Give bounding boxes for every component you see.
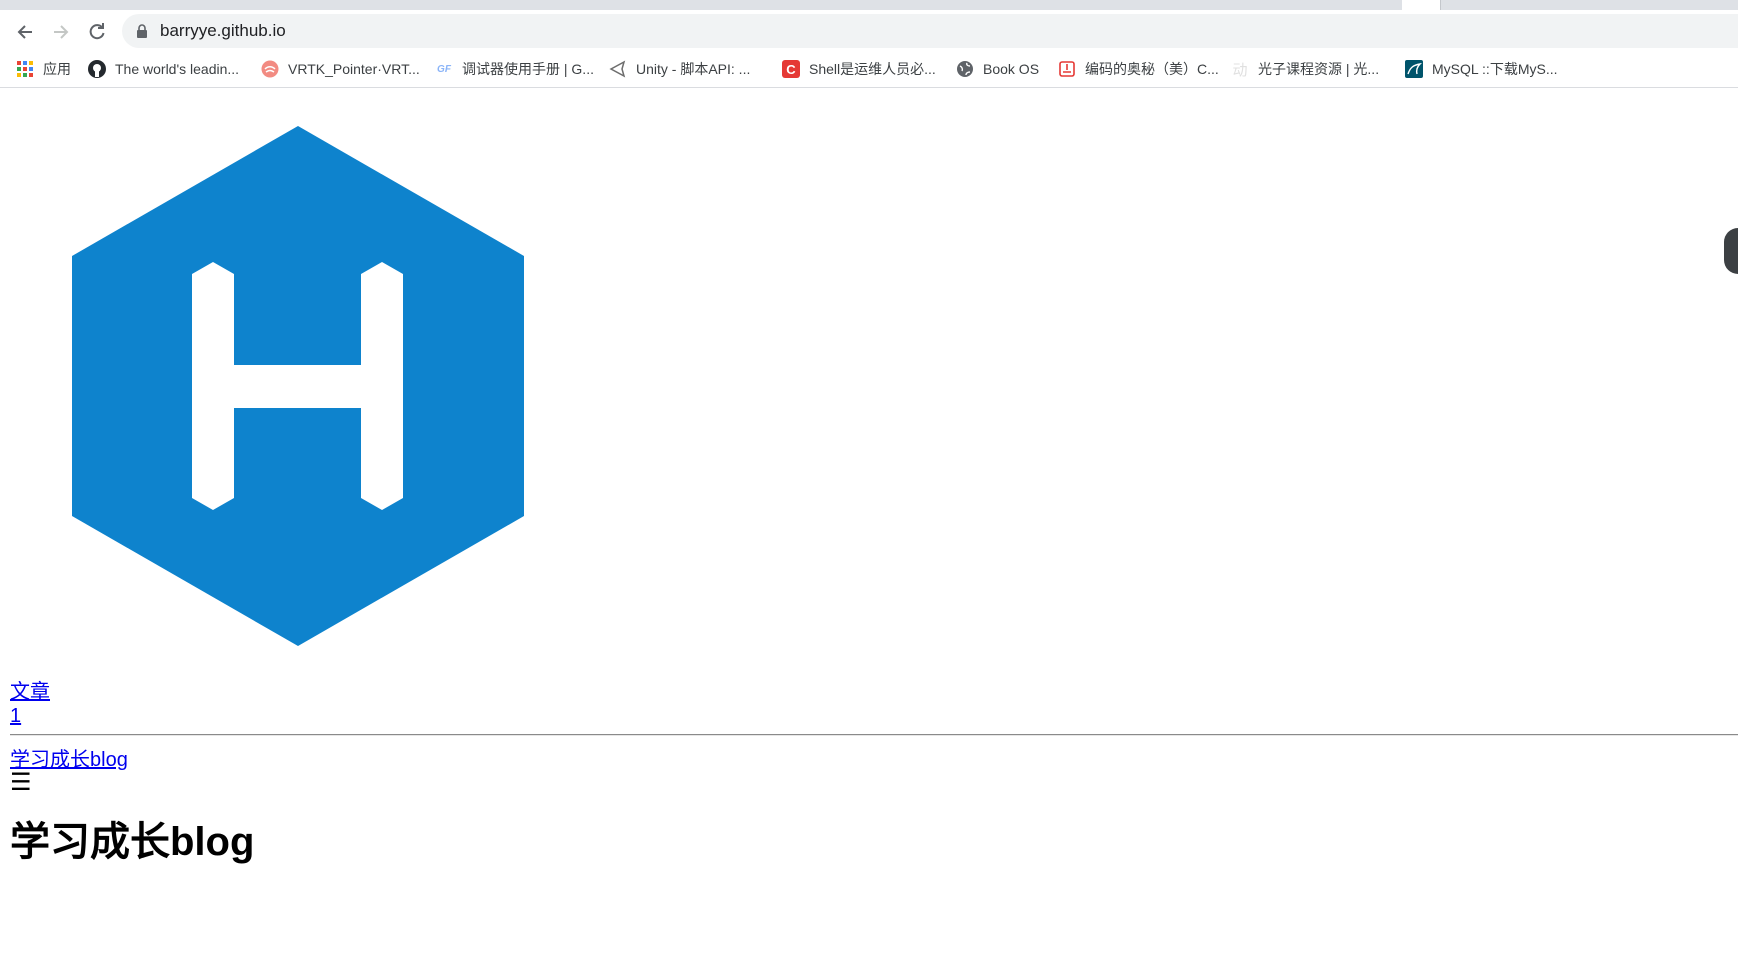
hexo-logo-icon xyxy=(72,126,524,646)
unity-icon xyxy=(609,60,627,78)
forward-button[interactable] xyxy=(47,18,75,46)
tab-strip xyxy=(0,0,1738,10)
articles-link[interactable]: 文章 xyxy=(10,680,50,704)
photon-icon: 动 xyxy=(1232,61,1248,79)
bookmark-apps[interactable]: 应用 xyxy=(16,58,71,80)
bookmark-mysql[interactable]: MySQL ::下载MyS... xyxy=(1405,58,1558,80)
globe-icon xyxy=(956,60,974,78)
arrow-left-icon xyxy=(17,25,32,39)
book-icon xyxy=(1058,60,1076,78)
arrow-right-icon xyxy=(54,25,69,39)
bookmark-csdn[interactable]: C Shell是运维人员必... xyxy=(782,58,936,80)
new-tab-area[interactable] xyxy=(1440,0,1738,10)
bookmark-label: VRTK_Pointer·VRT... xyxy=(288,61,420,77)
bookmark-label: 应用 xyxy=(43,61,71,77)
github-icon xyxy=(88,60,106,78)
divider xyxy=(10,734,1738,736)
bookmark-label: Unity - 脚本API: ... xyxy=(636,61,751,77)
active-tab[interactable] xyxy=(1402,0,1440,10)
bookmark-label: 光子课程资源 | 光... xyxy=(1258,61,1380,77)
url-text: barryye.github.io xyxy=(160,21,286,40)
reload-icon xyxy=(89,23,105,40)
apps-grid-icon xyxy=(16,60,34,78)
gf-icon: GF xyxy=(437,63,451,75)
bookmark-label: The world's leadin... xyxy=(115,61,240,77)
bookmark-gf[interactable]: GF 调试器使用手册 | G... xyxy=(435,58,594,80)
back-button[interactable] xyxy=(11,18,39,46)
side-floating-button[interactable] xyxy=(1724,228,1738,274)
mysql-icon xyxy=(1405,60,1423,78)
reload-button[interactable] xyxy=(83,18,111,46)
address-bar[interactable]: barryye.github.io xyxy=(122,14,1738,48)
csdn-icon: C xyxy=(782,60,800,78)
bookmark-unity[interactable]: Unity - 脚本API: ... xyxy=(609,58,750,80)
bookmark-photon[interactable]: 动 光子课程资源 | 光... xyxy=(1231,58,1379,80)
bookmark-code-book[interactable]: 编码的奥秘（美）C... xyxy=(1058,58,1219,80)
svg-text:C: C xyxy=(786,62,796,77)
bookmark-label: 调试器使用手册 | G... xyxy=(462,61,594,77)
bookmark-github[interactable]: The world's leadin... xyxy=(88,58,239,80)
bookmark-book-os[interactable]: Book OS xyxy=(956,58,1039,80)
articles-count-link[interactable]: 1 xyxy=(10,704,21,728)
browser-toolbar: barryye.github.io xyxy=(0,10,1738,52)
page-title: 学习成长blog xyxy=(10,820,255,864)
page-content: 文章 1 学习成长blog ☰ 学习成长blog xyxy=(0,88,1738,973)
vrtk-icon xyxy=(261,60,279,78)
lock-icon xyxy=(137,24,147,38)
bookmark-label: Book OS xyxy=(983,61,1040,77)
bookmark-label: Shell是运维人员必... xyxy=(809,61,936,77)
menu-toggle-icon[interactable]: ☰ xyxy=(10,770,32,796)
bookmark-vrtk[interactable]: VRTK_Pointer·VRT... xyxy=(261,58,420,80)
bookmark-label: 编码的奥秘（美）C... xyxy=(1085,61,1219,77)
bookmark-label: MySQL ::下载MyS... xyxy=(1432,61,1558,77)
bookmarks-bar: 应用 The world's leadin... VRTK_Pointer·VR… xyxy=(0,52,1738,88)
